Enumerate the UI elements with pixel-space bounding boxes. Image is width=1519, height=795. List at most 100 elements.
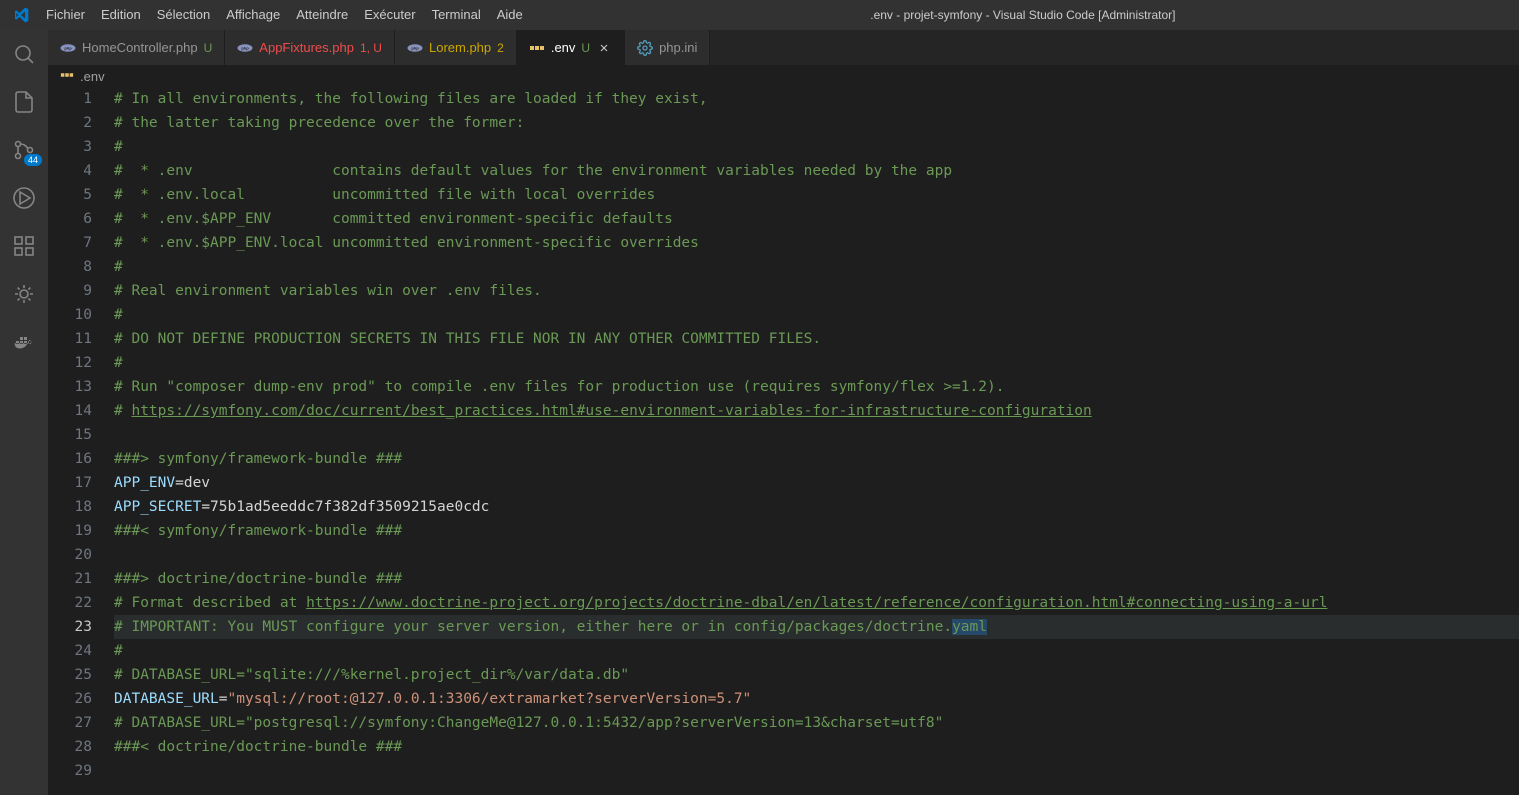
line-number: 2: [48, 111, 92, 135]
code-line[interactable]: # In all environments, the following fil…: [114, 87, 1519, 111]
explorer-icon[interactable]: [0, 78, 48, 126]
code-line[interactable]: #: [114, 351, 1519, 375]
code-line[interactable]: ###> symfony/framework-bundle ###: [114, 447, 1519, 471]
line-number: 7: [48, 231, 92, 255]
line-number: 29: [48, 759, 92, 783]
code-line[interactable]: APP_ENV=dev: [114, 471, 1519, 495]
env-icon: [529, 40, 545, 56]
menu-item[interactable]: Fichier: [38, 0, 93, 30]
env-icon: [60, 68, 74, 85]
docker-icon[interactable]: [0, 318, 48, 366]
code-line[interactable]: # DATABASE_URL="sqlite:///%kernel.projec…: [114, 663, 1519, 687]
code-line[interactable]: [114, 759, 1519, 783]
tab-label: HomeController.php: [82, 40, 198, 55]
line-number: 5: [48, 183, 92, 207]
editor-tab[interactable]: php.ini: [625, 30, 710, 65]
activity-bar: 44: [0, 30, 48, 795]
menu-item[interactable]: Affichage: [218, 0, 288, 30]
menu-item[interactable]: Aide: [489, 0, 531, 30]
menu-item[interactable]: Sélection: [149, 0, 218, 30]
code-line[interactable]: #: [114, 135, 1519, 159]
svg-text:php: php: [411, 45, 419, 50]
line-number: 21: [48, 567, 92, 591]
code-line[interactable]: # Real environment variables win over .e…: [114, 279, 1519, 303]
svg-text:php: php: [64, 45, 72, 50]
menu-item[interactable]: Exécuter: [356, 0, 423, 30]
code-line[interactable]: # Run "composer dump-env prod" to compil…: [114, 375, 1519, 399]
remote-icon[interactable]: [0, 270, 48, 318]
line-number: 16: [48, 447, 92, 471]
code-line[interactable]: # * .env.$APP_ENV.local uncommitted envi…: [114, 231, 1519, 255]
close-icon[interactable]: [596, 40, 612, 56]
tab-label: php.ini: [659, 40, 697, 55]
editor-tabs: php HomeController.php Uphp AppFixtures.php…: [48, 30, 1519, 65]
code-line[interactable]: [114, 543, 1519, 567]
line-number: 25: [48, 663, 92, 687]
tab-status: U: [581, 41, 590, 55]
line-numbers-gutter: 1234567891011121314151617181920212223242…: [48, 87, 110, 795]
php-icon: php: [407, 40, 423, 56]
code-line[interactable]: APP_SECRET=75b1ad5eeddc7f382df3509215ae0…: [114, 495, 1519, 519]
line-number: 19: [48, 519, 92, 543]
breadcrumbs[interactable]: .env: [48, 65, 1519, 87]
tab-status: 2: [497, 41, 504, 55]
menubar: FichierEditionSélectionAffichageAtteindr…: [0, 0, 1519, 30]
code-content[interactable]: # In all environments, the following fil…: [110, 87, 1519, 795]
code-line[interactable]: #: [114, 255, 1519, 279]
tab-label: AppFixtures.php: [259, 40, 354, 55]
editor-tab[interactable]: php Lorem.php 2: [395, 30, 517, 65]
source-control-icon[interactable]: 44: [0, 126, 48, 174]
menu-item[interactable]: Terminal: [424, 0, 489, 30]
code-line[interactable]: #: [114, 639, 1519, 663]
code-line[interactable]: DATABASE_URL="mysql://root:@127.0.0.1:33…: [114, 687, 1519, 711]
line-number: 10: [48, 303, 92, 327]
line-number: 14: [48, 399, 92, 423]
svg-text:php: php: [242, 45, 250, 50]
line-number: 18: [48, 495, 92, 519]
tab-status: U: [204, 41, 213, 55]
line-number: 11: [48, 327, 92, 351]
scm-badge: 44: [24, 154, 42, 166]
text-editor[interactable]: 1234567891011121314151617181920212223242…: [48, 87, 1519, 795]
vscode-logo-icon: [4, 7, 38, 23]
code-line[interactable]: ###< symfony/framework-bundle ###: [114, 519, 1519, 543]
code-line[interactable]: # Format described at https://www.doctri…: [114, 591, 1519, 615]
line-number: 8: [48, 255, 92, 279]
line-number: 24: [48, 639, 92, 663]
code-line[interactable]: # IMPORTANT: You MUST configure your ser…: [114, 615, 1519, 639]
code-line[interactable]: # DATABASE_URL="postgresql://symfony:Cha…: [114, 711, 1519, 735]
line-number: 20: [48, 543, 92, 567]
breadcrumb-file: .env: [80, 69, 105, 84]
editor-tab[interactable]: .env U: [517, 30, 625, 65]
code-line[interactable]: # DO NOT DEFINE PRODUCTION SECRETS IN TH…: [114, 327, 1519, 351]
line-number: 28: [48, 735, 92, 759]
code-line[interactable]: [114, 423, 1519, 447]
tab-label: Lorem.php: [429, 40, 491, 55]
menu-item[interactable]: Edition: [93, 0, 149, 30]
editor-tab[interactable]: phpAppFixtures.php1, U: [225, 30, 395, 65]
line-number: 23: [48, 615, 92, 639]
tab-label: .env: [551, 40, 576, 55]
line-number: 26: [48, 687, 92, 711]
editor-tab[interactable]: php HomeController.php U: [48, 30, 225, 65]
code-line[interactable]: # * .env.$APP_ENV committed environment-…: [114, 207, 1519, 231]
line-number: 6: [48, 207, 92, 231]
code-line[interactable]: ###> doctrine/doctrine-bundle ###: [114, 567, 1519, 591]
extensions-icon[interactable]: [0, 222, 48, 270]
code-line[interactable]: # * .env contains default values for the…: [114, 159, 1519, 183]
search-icon[interactable]: [0, 30, 48, 78]
line-number: 4: [48, 159, 92, 183]
code-line[interactable]: # the latter taking precedence over the …: [114, 111, 1519, 135]
debug-icon[interactable]: [0, 174, 48, 222]
code-line[interactable]: ###< doctrine/doctrine-bundle ###: [114, 735, 1519, 759]
line-number: 27: [48, 711, 92, 735]
line-number: 15: [48, 423, 92, 447]
menu-item[interactable]: Atteindre: [288, 0, 356, 30]
code-line[interactable]: # https://symfony.com/doc/current/best_p…: [114, 399, 1519, 423]
line-number: 3: [48, 135, 92, 159]
code-line[interactable]: #: [114, 303, 1519, 327]
line-number: 1: [48, 87, 92, 111]
code-line[interactable]: # * .env.local uncommitted file with loc…: [114, 183, 1519, 207]
window-title: .env - projet-symfony - Visual Studio Co…: [531, 8, 1515, 22]
editor-area: php HomeController.php Uphp AppFixtures.php…: [48, 30, 1519, 795]
